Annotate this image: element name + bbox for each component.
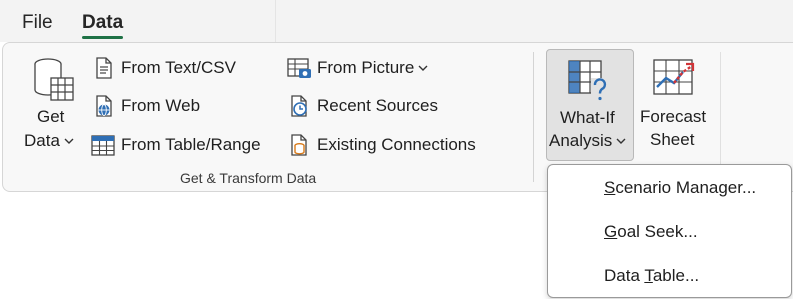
from-text-csv-button[interactable]: From Text/CSV bbox=[92, 56, 236, 80]
recent-clock-icon bbox=[291, 95, 307, 117]
picture-table-icon bbox=[287, 58, 311, 78]
menu-item-scenario-manager[interactable]: Scenario Manager... bbox=[604, 177, 756, 199]
what-if-analysis-button[interactable]: What-If Analysis bbox=[546, 49, 634, 161]
database-table-icon bbox=[33, 56, 77, 109]
tab-strip-divider bbox=[275, 0, 276, 42]
forecast-label-line1: Forecast bbox=[640, 107, 707, 126]
from-text-csv-label: From Text/CSV bbox=[121, 58, 236, 77]
active-tab-indicator bbox=[82, 36, 123, 39]
group-label-get-transform: Get & Transform Data bbox=[180, 170, 317, 186]
from-web-button[interactable]: From Web bbox=[92, 94, 200, 118]
forecast-sheet-button[interactable]: Forecast Sheet bbox=[636, 49, 712, 161]
existing-connections-button[interactable]: Existing Connections bbox=[287, 133, 476, 157]
from-table-range-button[interactable]: From Table/Range bbox=[90, 133, 261, 157]
get-data-button[interactable]: Get Data bbox=[20, 54, 88, 162]
tab-file[interactable]: File bbox=[22, 11, 53, 35]
group-divider-right bbox=[720, 52, 721, 182]
what-if-label-line2: Analysis bbox=[549, 131, 613, 150]
recent-sources-label: Recent Sources bbox=[317, 96, 438, 115]
what-if-dropdown-menu: Scenario Manager... Goal Seek... Data Ta… bbox=[547, 164, 792, 298]
text-file-icon bbox=[96, 57, 112, 79]
what-if-table-question-icon bbox=[567, 58, 613, 109]
connections-icon bbox=[291, 134, 307, 156]
from-table-range-label: From Table/Range bbox=[121, 135, 261, 154]
chevron-down-icon bbox=[616, 138, 626, 144]
what-if-label-line1: What-If bbox=[560, 108, 615, 127]
chevron-down-icon bbox=[64, 138, 74, 144]
menu-item-goal-seek[interactable]: Goal Seek... bbox=[604, 221, 698, 243]
from-picture-label: From Picture bbox=[317, 58, 415, 77]
forecast-chart-icon bbox=[652, 57, 696, 104]
web-page-icon bbox=[96, 95, 112, 117]
ribbon-tab-strip: File Data bbox=[0, 0, 793, 42]
table-range-icon bbox=[91, 135, 115, 156]
chevron-down-icon bbox=[418, 65, 428, 71]
tab-data[interactable]: Data bbox=[82, 11, 123, 35]
menu-item-data-table[interactable]: Data Table... bbox=[604, 265, 699, 287]
from-web-label: From Web bbox=[121, 96, 201, 115]
group-divider bbox=[533, 52, 534, 182]
forecast-label-line2: Sheet bbox=[650, 130, 695, 149]
existing-connections-label: Existing Connections bbox=[317, 135, 476, 154]
get-data-label-line1: Get bbox=[37, 107, 65, 126]
recent-sources-button[interactable]: Recent Sources bbox=[287, 94, 438, 118]
from-picture-button[interactable]: From Picture bbox=[286, 56, 428, 80]
get-data-label-line2: Data bbox=[24, 131, 60, 150]
